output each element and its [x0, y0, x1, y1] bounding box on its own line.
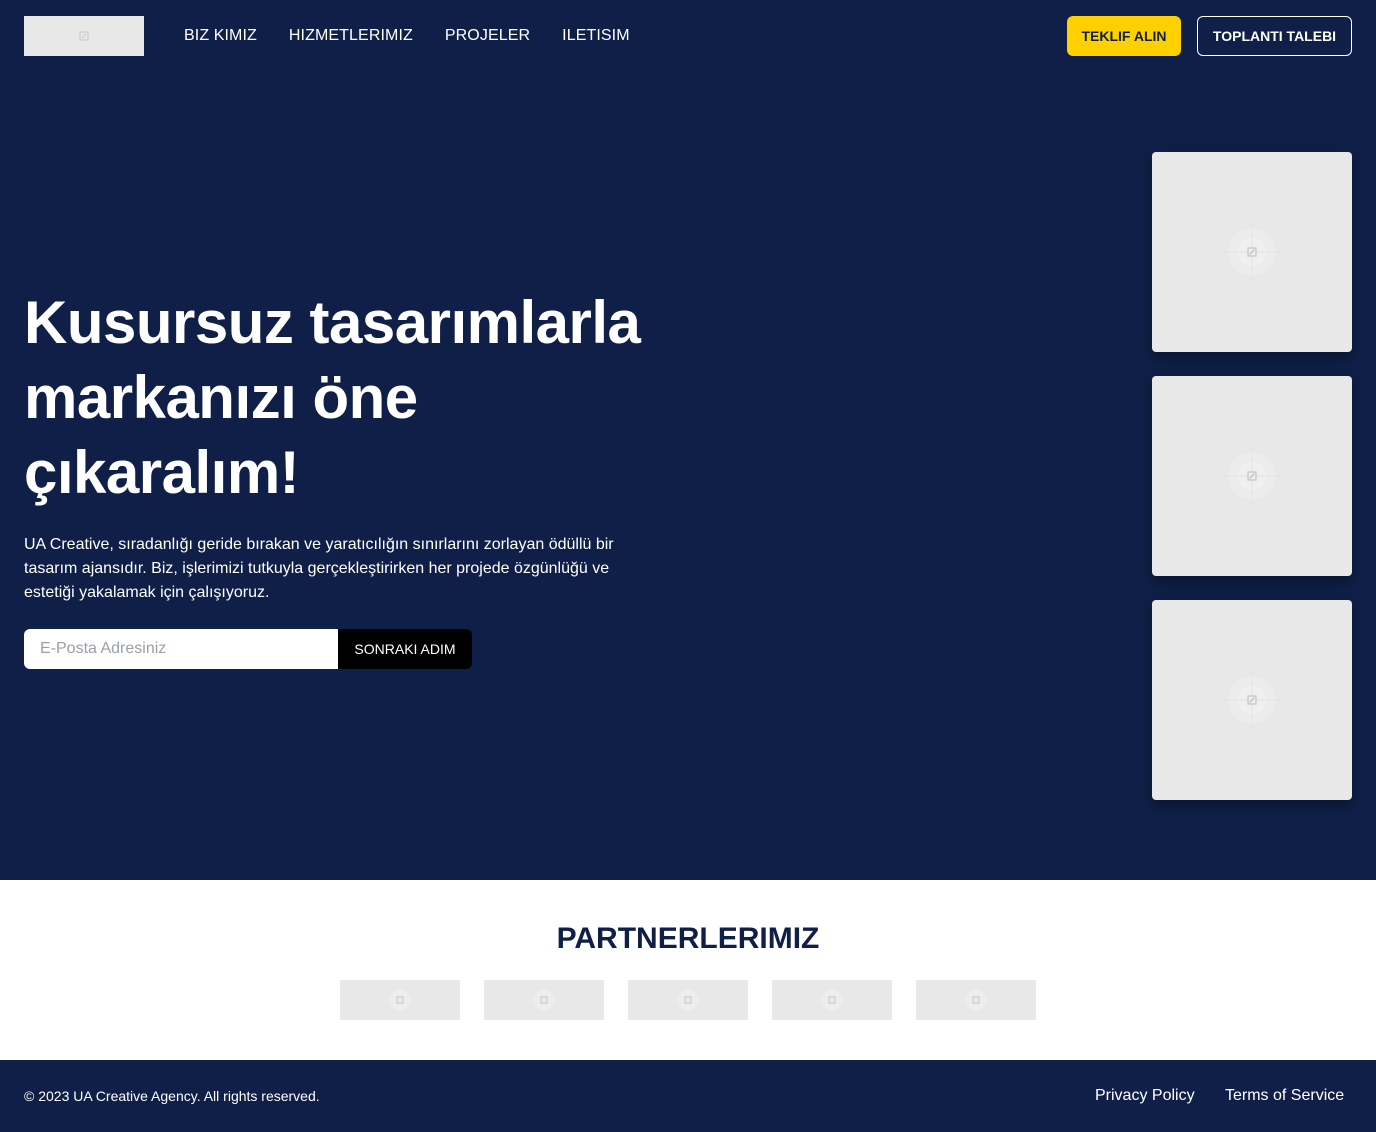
nav-item-iletisim[interactable]: ILETISIM: [562, 27, 629, 45]
meeting-request-button[interactable]: TOPLANTI TALEBI: [1197, 16, 1352, 56]
image-card: [1152, 600, 1352, 800]
email-input[interactable]: [24, 629, 339, 669]
nav-item-projeler[interactable]: PROJELER: [445, 27, 530, 45]
hero-headline-line: Kusursuz tasarımlarla: [24, 289, 641, 356]
partner-logo[interactable]: [628, 980, 748, 1020]
image-card: [1152, 152, 1352, 352]
image-placeholder-icon: [533, 989, 555, 1011]
get-quote-button[interactable]: TEKLIF ALIN: [1067, 16, 1181, 56]
nav-item-hizmetlerimiz[interactable]: HIZMETLERIMIZ: [289, 27, 413, 45]
hero-headline: Kusursuz tasarımlarla markanızı öne çıka…: [24, 285, 724, 510]
hero-description: UA Creative, sıradanlığı geride bırakan …: [24, 536, 614, 601]
hero-headline-line: çıkaralım!: [24, 439, 300, 506]
image-placeholder-icon: [1224, 224, 1280, 280]
image-placeholder-icon: [1224, 672, 1280, 728]
nav-item-biz-kimiz[interactable]: BIZ KIMIZ: [184, 27, 257, 45]
image-placeholder-icon: [965, 989, 987, 1011]
partner-logo[interactable]: [916, 980, 1036, 1020]
terms-of-service-link[interactable]: Terms of Service: [1225, 1085, 1344, 1107]
image-placeholder-icon: [677, 989, 699, 1011]
image-placeholder-icon: [1224, 448, 1280, 504]
image-card: [1152, 376, 1352, 576]
copyright-text: © 2023 UA Creative Agency. All rights re…: [24, 1088, 320, 1104]
partners-title: PARTNERLERIMIZ: [556, 922, 820, 955]
partner-logo[interactable]: [772, 980, 892, 1020]
logo-placeholder[interactable]: [24, 16, 144, 56]
hero-headline-line: markanızı öne: [24, 364, 418, 431]
next-step-button[interactable]: SONRAKI ADIM: [338, 629, 472, 669]
image-placeholder-icon: [389, 989, 411, 1011]
main-nav: BIZ KIMIZ HIZMETLERIMIZ PROJELER ILETISI…: [184, 16, 630, 56]
image-placeholder-icon: [821, 989, 843, 1011]
partner-logo[interactable]: [484, 980, 604, 1020]
partner-logo[interactable]: [340, 980, 460, 1020]
image-placeholder-icon: [79, 31, 89, 41]
privacy-policy-link[interactable]: Privacy Policy: [1095, 1085, 1195, 1107]
